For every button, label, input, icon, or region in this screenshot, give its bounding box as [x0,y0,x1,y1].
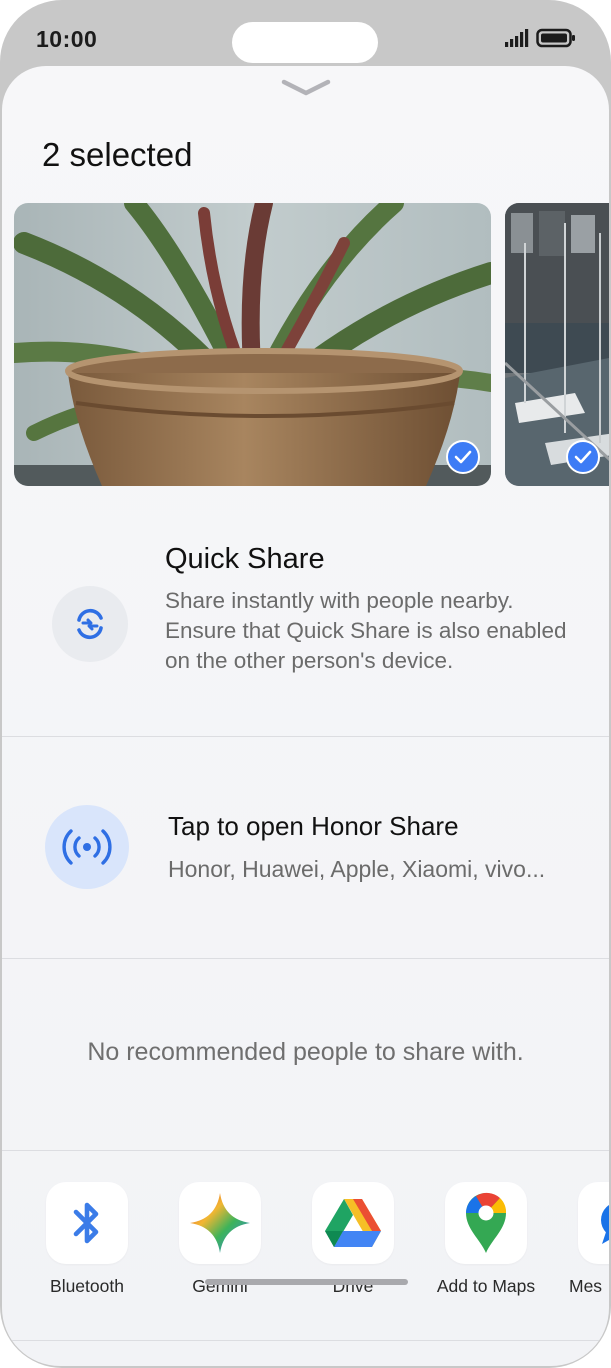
signal-bars-icon [505,29,529,47]
selection-count-title: 2 selected [42,136,193,173]
quick-share-icon [77,608,103,640]
quick-share-description: Share instantly with people nearby. Ensu… [165,588,567,673]
section-divider [2,958,609,959]
maps-pin-icon[interactable] [445,1182,527,1264]
selected-check-icon[interactable] [566,440,600,474]
no-recommendations-text: No recommended people to share with. [87,1038,524,1066]
quick-share-icon-container [52,586,128,662]
broadcast-icon [62,829,112,865]
status-time: 10:00 [36,26,98,52]
section-divider [2,1340,609,1341]
status-bar: 10:00 [0,0,611,70]
selected-images-strip[interactable] [2,203,609,486]
potted-plant-photo [14,203,491,486]
section-divider [2,736,609,737]
section-divider [2,1150,609,1151]
share-sheet: 2 selected Quick Share Share instantly w… [2,66,609,1366]
share-apps-row[interactable]: Bluetooth Gemini Drive Add to Maps Mes [2,1181,609,1331]
messages-icon[interactable] [578,1182,609,1264]
chevron-down-icon[interactable] [280,76,332,98]
drive-icon[interactable] [312,1182,394,1264]
image-thumbnail[interactable] [505,203,609,486]
battery-icon [536,28,575,48]
honor-share-icon-container [45,805,129,889]
quick-share-title: Quick Share [165,543,325,575]
app-gemini[interactable]: Gemini [160,1181,280,1331]
selected-check-icon[interactable] [446,440,480,474]
camera-notch [232,22,378,63]
app-messages[interactable]: Mes [559,1181,609,1331]
app-add-to-maps[interactable]: Add to Maps [426,1181,546,1331]
app-bluetooth[interactable]: Bluetooth [27,1181,147,1331]
app-label: Add to Maps [436,1276,536,1296]
honor-share-subtitle: Honor, Huawei, Apple, Xiaomi, vivo... [168,856,546,882]
gemini-icon[interactable] [179,1182,261,1264]
home-indicator[interactable] [205,1279,408,1285]
bluetooth-icon[interactable] [46,1182,128,1264]
app-label: Bluetooth [50,1276,124,1296]
phone-screen: 10:00 2 selected Quick Share Share insta… [0,0,611,1368]
app-drive[interactable]: Drive [293,1181,413,1331]
honor-share-title: Tap to open Honor Share [168,811,459,841]
image-thumbnail[interactable] [14,203,491,486]
app-label: Mes [569,1276,603,1296]
